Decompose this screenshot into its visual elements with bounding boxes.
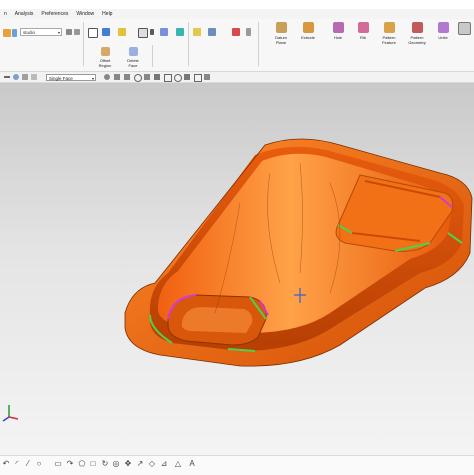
view-triad-icon[interactable] xyxy=(1,401,21,423)
rectangle-icon[interactable]: ▭ xyxy=(54,460,62,468)
pattern-feature-icon xyxy=(383,22,395,33)
sketch-dropdown-icon[interactable] xyxy=(12,29,17,37)
offset-region-icon xyxy=(100,47,110,56)
menu-item-partial[interactable]: n xyxy=(4,11,7,17)
diamond-icon[interactable]: ◇ xyxy=(148,460,156,468)
hole-label: Hole xyxy=(333,35,343,40)
ribbon-separator xyxy=(152,45,153,67)
layer-icon[interactable] xyxy=(138,28,148,38)
extrude-button[interactable]: Extrude xyxy=(297,22,319,40)
menu-bar: n Analysis Preferences Window Help xyxy=(0,9,474,19)
table-icon[interactable] xyxy=(88,28,98,38)
text-icon[interactable]: A xyxy=(188,460,196,468)
square-icon[interactable]: □ xyxy=(89,460,97,468)
datum-plane-button[interactable]: Datum Plane xyxy=(270,22,292,45)
triangle-icon[interactable]: △ xyxy=(174,460,182,468)
hole-button[interactable]: Hole xyxy=(327,22,349,40)
orient-icon[interactable] xyxy=(176,28,184,36)
unite-button[interactable]: Unite xyxy=(432,22,454,40)
rib-label: Rib xyxy=(359,35,366,40)
undo-icon[interactable]: ↶ xyxy=(2,460,10,468)
menu-help[interactable]: Help xyxy=(102,11,112,17)
filter-icon[interactable] xyxy=(66,29,72,35)
rib-button[interactable]: Rib xyxy=(352,22,374,40)
snap-grid-icon[interactable] xyxy=(204,74,210,80)
pattern-geometry-label: Pattern Geometry xyxy=(408,35,426,45)
redo-icon[interactable]: ↷ xyxy=(66,460,74,468)
snap-quadrant-icon[interactable] xyxy=(144,74,150,80)
pocket-inner xyxy=(181,307,253,333)
more-button[interactable] xyxy=(456,22,472,37)
chevron-down-icon: ▾ xyxy=(57,30,60,35)
ribbon-separator xyxy=(83,22,84,66)
pattern-geometry-button[interactable]: Pattern Geometry xyxy=(406,22,428,45)
selection-toolbar: Single Face ▾ xyxy=(0,72,474,83)
select-icon[interactable] xyxy=(13,74,19,80)
measure-icon[interactable] xyxy=(193,28,201,36)
menu-analysis[interactable]: Analysis xyxy=(15,11,34,17)
menu-window[interactable]: Window xyxy=(76,11,94,17)
cube-blue-icon[interactable] xyxy=(102,28,110,36)
settings-icon[interactable] xyxy=(74,29,80,35)
line-icon[interactable]: ⁄ xyxy=(24,460,32,468)
chevron-down-icon: ▾ xyxy=(91,76,94,81)
snap-center-icon[interactable] xyxy=(134,74,142,82)
snap-tangent-icon[interactable] xyxy=(174,74,182,82)
circle-icon[interactable]: ○ xyxy=(35,460,43,468)
search-input-value: studio xyxy=(23,30,36,35)
offset-region-label: Offset Region xyxy=(98,58,112,68)
snap-point-icon[interactable] xyxy=(104,74,110,80)
datum-plane-icon xyxy=(275,22,287,33)
snap-intersection-icon[interactable] xyxy=(154,74,160,80)
unite-label: Unite xyxy=(438,35,448,40)
snap-end-icon[interactable] xyxy=(114,74,120,80)
pattern-feature-label: Pattern Feature xyxy=(382,35,396,45)
part-model[interactable] xyxy=(0,83,474,455)
hole-icon xyxy=(332,22,344,33)
delete-face-label: Delete Face xyxy=(127,58,139,68)
snap-perpendicular-icon[interactable] xyxy=(184,74,190,80)
ribbon-separator xyxy=(258,22,259,66)
menu-icon[interactable] xyxy=(4,76,10,78)
snap-face-icon[interactable] xyxy=(194,74,202,82)
extrude-icon xyxy=(302,22,314,33)
rotate-icon[interactable]: ↻ xyxy=(101,460,109,468)
pan-icon[interactable]: ✥ xyxy=(124,460,132,468)
arrow-icon[interactable]: ↗ xyxy=(136,460,144,468)
snap-on-curve-icon[interactable] xyxy=(164,74,172,82)
select-all-icon[interactable] xyxy=(22,74,28,80)
zoom-icon[interactable]: ◎ xyxy=(112,460,120,468)
ribbon-separator xyxy=(188,22,189,66)
delete-face-button[interactable]: Delete Face xyxy=(122,47,144,68)
unite-icon xyxy=(437,22,449,33)
filter-dropdown-icon[interactable] xyxy=(31,74,37,80)
ribbon: studio ▾ Datum Plane Extrude Hole Rib Pa… xyxy=(0,19,474,72)
shell-icon xyxy=(457,22,471,35)
selection-filter-select[interactable]: Single Face ▾ xyxy=(46,74,96,81)
cube-yellow-icon[interactable] xyxy=(118,28,126,36)
offset-region-button[interactable]: Offset Region xyxy=(94,47,116,68)
view-cube-icon[interactable] xyxy=(160,28,168,36)
status-bar: ↶ ◜ ⁄ ○ ▭ ↷ ⬠ □ ↻ ◎ ✥ ↗ ◇ ⊿ △ A xyxy=(0,455,474,475)
extrude-label: Extrude xyxy=(301,35,315,40)
rib-icon xyxy=(357,22,369,33)
polygon-icon[interactable]: ⬠ xyxy=(78,460,86,468)
color-icon[interactable] xyxy=(232,28,240,36)
search-input[interactable]: studio ▾ xyxy=(20,28,62,36)
selection-filter-value: Single Face xyxy=(49,76,73,81)
layer-dropdown-icon[interactable] xyxy=(150,29,154,35)
display-icon[interactable] xyxy=(208,28,216,36)
snap-icon[interactable] xyxy=(246,28,251,36)
menu-preferences[interactable]: Preferences xyxy=(41,11,68,17)
measure-icon[interactable]: ⊿ xyxy=(160,460,168,468)
sketch-icon[interactable] xyxy=(3,29,11,37)
pattern-geometry-icon xyxy=(411,22,423,33)
datum-plane-label: Datum Plane xyxy=(275,35,287,45)
graphics-viewport[interactable] xyxy=(0,83,474,455)
delete-face-icon xyxy=(128,47,138,56)
pattern-feature-button[interactable]: Pattern Feature xyxy=(378,22,400,45)
arc-icon[interactable]: ◜ xyxy=(13,460,21,468)
snap-mid-icon[interactable] xyxy=(124,74,130,80)
